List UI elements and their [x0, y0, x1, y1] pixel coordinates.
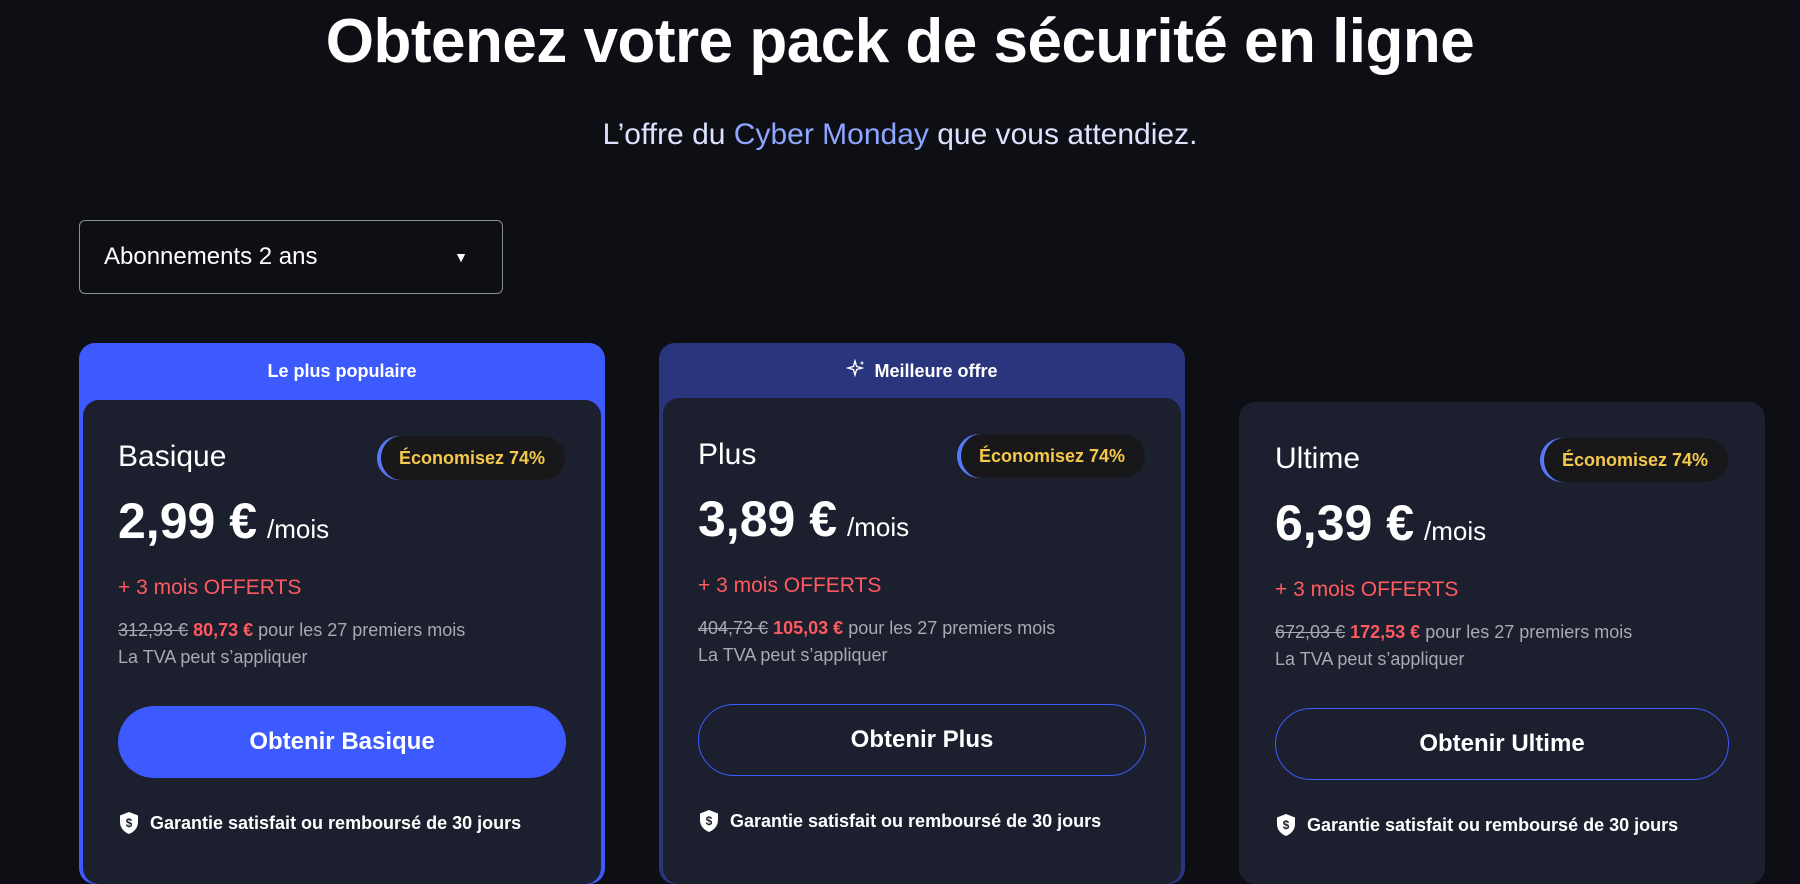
plan-card-basique-frame: Le plus populaire Basique Économisez 74%…	[79, 343, 605, 884]
price-period: /mois	[1424, 516, 1487, 546]
price-line: 6,39 € /mois	[1275, 494, 1486, 552]
vat-note: La TVA peut s’appliquer	[698, 645, 888, 665]
new-total: 105,03 €	[773, 618, 844, 638]
subtitle-accent: Cyber Monday	[733, 118, 929, 151]
get-basique-button[interactable]: Obtenir Basique	[118, 706, 566, 778]
price-period: /mois	[267, 514, 330, 544]
new-total: 172,53 €	[1350, 622, 1421, 642]
plan-banner: Meilleure offre	[659, 343, 1185, 400]
guarantee-text: Garantie satisfait ou remboursé de 30 jo…	[730, 810, 1102, 831]
billing-period-value: Abonnements 2 ans	[104, 243, 318, 270]
vat-note: La TVA peut s’appliquer	[118, 647, 308, 667]
sparkle-icon	[846, 358, 866, 384]
bonus-offer: + 3 mois OFFERTS	[118, 576, 302, 599]
guarantee-text: Garantie satisfait ou remboursé de 30 jo…	[150, 812, 522, 833]
price-line: 3,89 € /mois	[698, 490, 909, 548]
old-total: 312,93 €	[118, 620, 189, 640]
plan-name: Ultime	[1275, 442, 1361, 475]
subtitle-text-before: L’offre du	[602, 118, 726, 151]
plan-price: 3,89 €	[698, 491, 838, 547]
new-total: 80,73 €	[193, 620, 254, 640]
shield-dollar-icon: $	[118, 811, 140, 835]
plan-banner: Le plus populaire	[267, 361, 417, 381]
period-text: pour les 27 premiers mois	[1425, 622, 1633, 642]
plan-price: 2,99 €	[118, 493, 258, 549]
svg-text:$: $	[1283, 818, 1290, 832]
plan-card-plus: Plus Économisez 74% 3,89 € /mois + 3 moi…	[663, 398, 1181, 884]
period-text: pour les 27 premiers mois	[848, 618, 1056, 638]
plan-price: 6,39 €	[1275, 495, 1415, 551]
money-back-guarantee: $ Garantie satisfait ou remboursé de 30 …	[118, 811, 521, 835]
money-back-guarantee: $ Garantie satisfait ou remboursé de 30 …	[1275, 813, 1678, 837]
page-title: Obtenez votre pack de sécurité en ligne	[325, 7, 1475, 76]
total-price-line: 312,93 € 80,73 € pour les 27 premiers mo…	[118, 620, 465, 641]
old-total: 404,73 €	[698, 618, 769, 638]
plan-name: Basique	[118, 440, 227, 473]
price-line: 2,99 € /mois	[118, 492, 329, 550]
money-back-guarantee: $ Garantie satisfait ou remboursé de 30 …	[698, 809, 1101, 833]
savings-badge: Économisez 74%	[377, 436, 566, 480]
subtitle-text-after: que vous attendiez.	[937, 118, 1198, 151]
bonus-offer: + 3 mois OFFERTS	[698, 574, 882, 597]
shield-dollar-icon: $	[698, 809, 720, 833]
total-price-line: 672,03 € 172,53 € pour les 27 premiers m…	[1275, 622, 1632, 643]
period-text: pour les 27 premiers mois	[258, 620, 466, 640]
plan-card-ultime: Ultime Économisez 74% 6,39 € /mois + 3 m…	[1239, 402, 1765, 884]
price-period: /mois	[847, 512, 910, 542]
shield-dollar-icon: $	[1275, 813, 1297, 837]
savings-badge: Économisez 74%	[957, 434, 1146, 478]
total-price-line: 404,73 € 105,03 € pour les 27 premiers m…	[698, 618, 1055, 639]
svg-text:$: $	[126, 816, 133, 830]
plan-name: Plus	[698, 438, 757, 471]
plan-card-basique: Basique Économisez 74% 2,99 € /mois + 3 …	[83, 400, 601, 884]
old-total: 672,03 €	[1275, 622, 1346, 642]
get-ultime-button[interactable]: Obtenir Ultime	[1275, 708, 1729, 780]
get-plus-button[interactable]: Obtenir Plus	[698, 704, 1146, 776]
vat-note: La TVA peut s’appliquer	[1275, 649, 1465, 669]
savings-badge: Économisez 74%	[1540, 438, 1729, 482]
bonus-offer: + 3 mois OFFERTS	[1275, 578, 1459, 601]
triangle-down-icon: ▼	[454, 249, 468, 265]
page-subtitle: L’offre du Cyber Monday que vous attendi…	[0, 118, 1800, 152]
pricing-page: Obtenez votre pack de sécurité en ligne …	[0, 0, 1800, 884]
guarantee-text: Garantie satisfait ou remboursé de 30 jo…	[1307, 814, 1679, 835]
svg-text:$: $	[706, 814, 713, 828]
billing-period-select[interactable]: Abonnements 2 ans ▼	[79, 220, 503, 294]
plan-card-plus-frame: Meilleure offre Plus Économisez 74% 3,89…	[659, 343, 1185, 884]
banner-label: Meilleure offre	[874, 361, 998, 381]
